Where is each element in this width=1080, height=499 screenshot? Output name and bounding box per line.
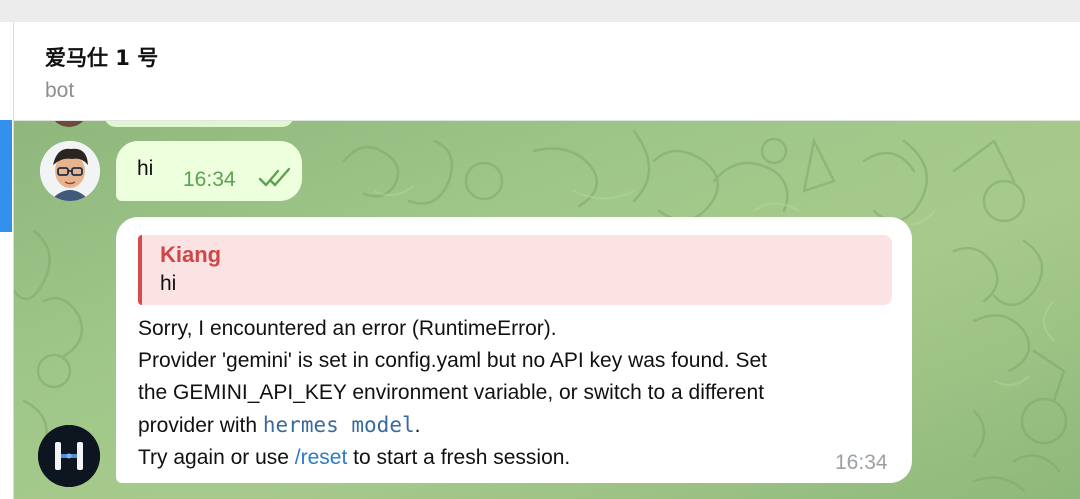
error-line-4: provider with hermes model. (138, 409, 898, 442)
error-line-1: Sorry, I encountered an error (RuntimeEr… (138, 317, 557, 340)
user-avatar[interactable] (40, 141, 100, 201)
error-line-3: the GEMINI_API_KEY environment variable,… (138, 381, 765, 404)
bot-avatar[interactable] (38, 425, 100, 487)
reply-text: hi (160, 272, 177, 295)
line4-prefix: provider with (138, 414, 263, 437)
incoming-message-time: 16:34 (835, 451, 888, 474)
outgoing-message-time: 16:34 (183, 168, 236, 191)
line5-prefix: Try again or use (138, 446, 295, 469)
chat-title: 爱马仕 1 号 (45, 46, 159, 70)
outgoing-message-text: hi (137, 157, 154, 180)
incoming-message-text: Sorry, I encountered an error (RuntimeEr… (138, 313, 898, 474)
error-line-2: Provider 'gemini' is set in config.yaml … (138, 349, 767, 372)
chat-header[interactable]: 爱马仕 1 号 bot (14, 22, 1080, 121)
user-avatar-icon (40, 141, 100, 201)
chat-list-panel-edge[interactable] (0, 22, 14, 499)
reset-command-link[interactable]: /reset (295, 446, 348, 469)
incoming-message-bubble[interactable]: Kiang hi Sorry, I encountered an error (… (116, 217, 912, 483)
line5-suffix: to start a fresh session. (347, 446, 571, 469)
reply-quote[interactable]: Kiang hi (138, 235, 892, 305)
chat-messages-area[interactable]: hi 16:34 Kiang hi Sorry, I encountered a… (14, 121, 1080, 499)
error-line-5: Try again or use /reset to start a fresh… (138, 442, 898, 474)
chat-subtitle: bot (45, 79, 75, 102)
bot-logo-icon (38, 425, 100, 487)
inline-code: hermes model (262, 413, 415, 437)
double-check-icon (258, 167, 291, 187)
line4-suffix: . (414, 414, 421, 437)
outgoing-message-bubble[interactable]: hi 16:34 (116, 141, 302, 201)
previous-message-bubble (104, 121, 294, 127)
active-chat-indicator (0, 120, 12, 232)
window-top-bar (0, 0, 1080, 22)
reply-author: Kiang (160, 242, 222, 267)
